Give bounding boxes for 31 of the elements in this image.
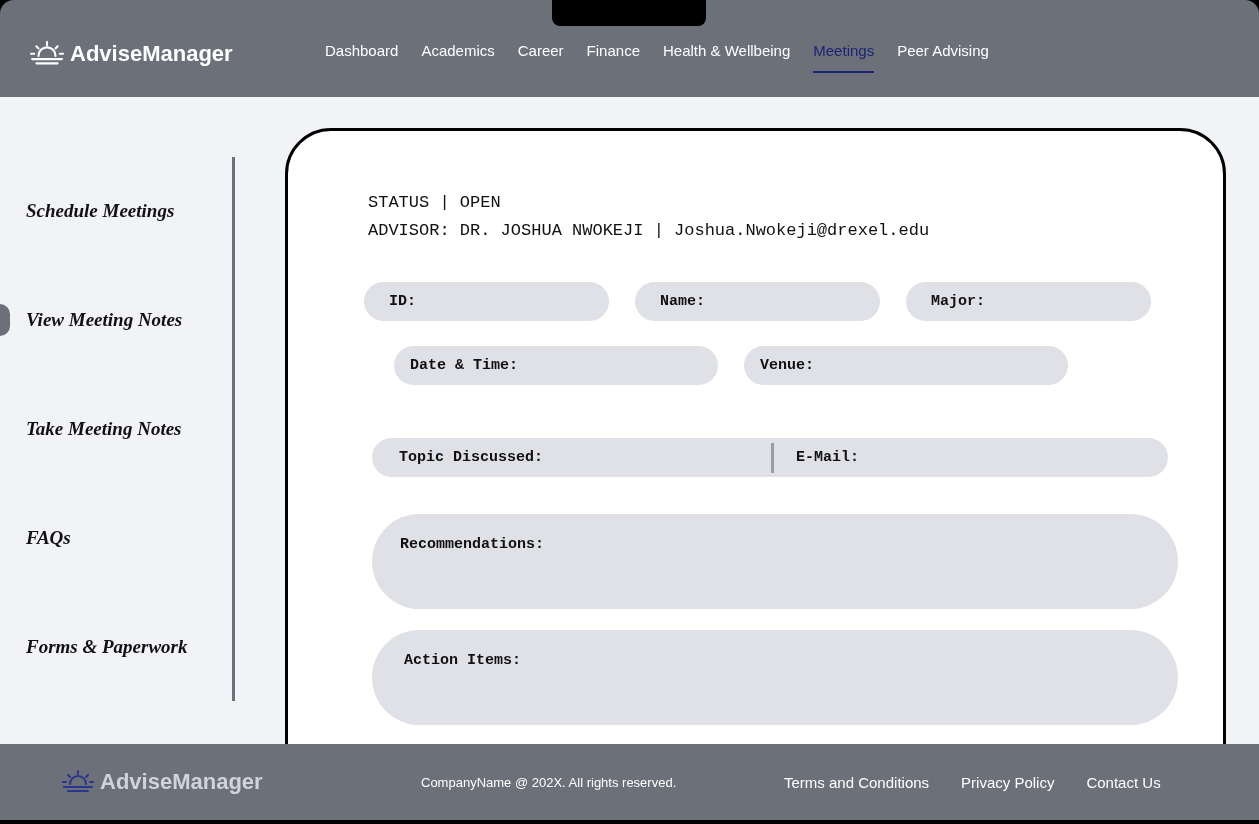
nav-tab[interactable]: Career <box>517 34 564 73</box>
sidebar-item[interactable]: Take Meeting Notes <box>0 412 187 446</box>
field-label: E-Mail: <box>771 442 1168 473</box>
form-field[interactable]: Major: <box>906 282 1151 321</box>
footer-logo: AdviseManager <box>100 769 263 795</box>
sidebar-item[interactable]: Forms & Paperwork <box>0 629 193 664</box>
sidebar-item[interactable]: FAQs <box>0 520 76 555</box>
sunrise-icon <box>62 770 94 794</box>
copyright-text: CompanyName @ 202X. All rights reserved. <box>421 774 678 790</box>
nav-tab[interactable]: Health & Wellbeing <box>663 34 791 73</box>
status-text: STATUS | OPEN <box>368 193 502 212</box>
app-logo: AdviseManager <box>70 40 233 67</box>
nav-tab[interactable]: Dashboard <box>325 34 399 73</box>
form-field[interactable]: Name: <box>635 282 880 321</box>
field-label: Topic Discussed: <box>398 449 545 466</box>
advisor-text: ADVISOR: DR. JOSHUA NWOKEJI | Joshua.Nwokeji@drexel.edu <box>368 221 931 240</box>
form-field[interactable]: ID: <box>364 282 609 321</box>
nav-tab[interactable]: Finance <box>586 34 640 73</box>
text-area[interactable]: Action Items: <box>372 630 1178 725</box>
footer-link[interactable]: Contact Us <box>1086 773 1161 791</box>
footer-link[interactable]: Terms and Conditions <box>784 773 930 791</box>
text-area[interactable]: Recommendations: <box>372 514 1178 609</box>
nav-tab[interactable]: Academics <box>421 34 495 73</box>
form-field-pair[interactable]: Topic Discussed: E-Mail: <box>372 438 1168 477</box>
form-field[interactable]: Date & Time: <box>394 346 718 385</box>
form-field[interactable]: Venue: <box>744 346 1068 385</box>
footer-link[interactable]: Privacy Policy <box>961 773 1055 791</box>
sidebar-item[interactable]: View Meeting Notes <box>0 303 188 338</box>
nav-tab[interactable]: Peer Advising <box>897 34 989 73</box>
sunrise-icon <box>30 40 64 67</box>
sidebar-item[interactable]: Schedule Meetings <box>0 194 180 229</box>
